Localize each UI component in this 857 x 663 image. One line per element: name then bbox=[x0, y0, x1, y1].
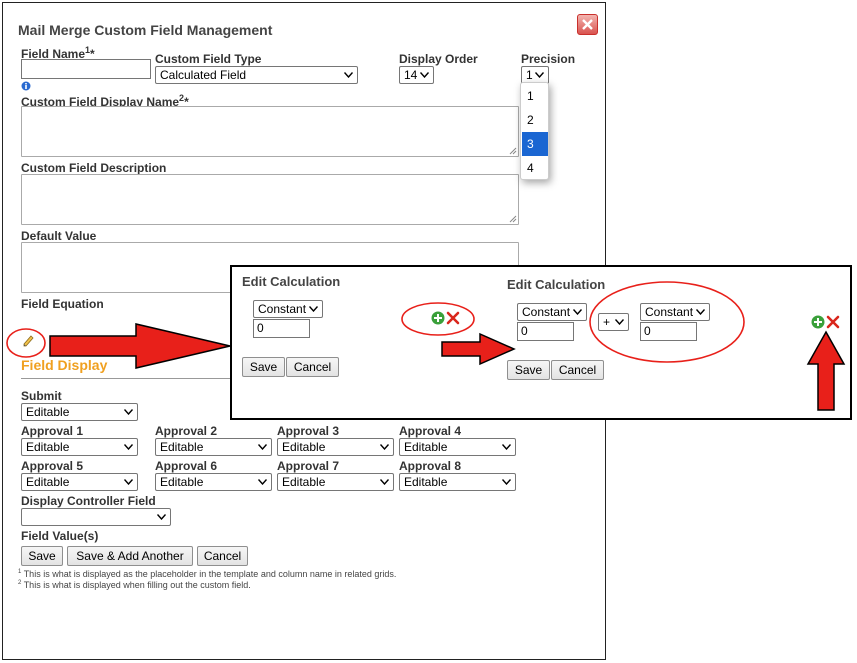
annotation-ellipse-new-term bbox=[589, 281, 745, 363]
calc-value-input-right-1[interactable]: 0 bbox=[517, 322, 574, 341]
custom-field-type-label: Custom Field Type bbox=[155, 52, 262, 66]
approval-1-select[interactable]: Editable bbox=[21, 438, 138, 456]
chevron-down-icon bbox=[502, 479, 511, 485]
approval-7-label: Approval 7 bbox=[277, 459, 340, 473]
calc-save-button-right[interactable]: Save bbox=[507, 360, 550, 380]
cancel-button[interactable]: Cancel bbox=[197, 546, 248, 566]
precision-option-3[interactable]: 3 bbox=[522, 132, 548, 156]
approval-8-label: Approval 8 bbox=[399, 459, 462, 473]
chevron-down-icon bbox=[258, 444, 267, 450]
chevron-down-icon bbox=[380, 444, 389, 450]
annotation-arrow-right-small bbox=[441, 332, 516, 366]
description-textarea[interactable] bbox=[21, 174, 519, 225]
field-name-input[interactable] bbox=[21, 59, 151, 79]
approval-5-select[interactable]: Editable bbox=[21, 473, 138, 491]
chevron-down-icon bbox=[157, 514, 166, 520]
footnote-2: 2 This is what is displayed when filling… bbox=[18, 580, 251, 590]
chevron-down-icon bbox=[309, 306, 318, 312]
approval-8-select[interactable]: Editable bbox=[399, 473, 516, 491]
approval-3-label: Approval 3 bbox=[277, 424, 340, 438]
approval-1-label: Approval 1 bbox=[21, 424, 84, 438]
approval-6-select[interactable]: Editable bbox=[155, 473, 272, 491]
chevron-down-icon bbox=[124, 479, 133, 485]
chevron-down-icon bbox=[502, 444, 511, 450]
precision-option-4[interactable]: 4 bbox=[522, 156, 548, 180]
dialog-title: Mail Merge Custom Field Management bbox=[18, 22, 273, 38]
annotation-ellipse-pencil bbox=[6, 328, 46, 358]
submit-select[interactable]: Editable bbox=[21, 403, 138, 421]
edit-calc-title-left: Edit Calculation bbox=[242, 274, 341, 289]
calc-type-select-left[interactable]: Constant bbox=[253, 300, 323, 318]
submit-label: Submit bbox=[21, 389, 62, 403]
precision-label: Precision bbox=[521, 52, 576, 66]
save-add-another-button[interactable]: Save & Add Another bbox=[67, 546, 193, 566]
calc-cancel-button-left[interactable]: Cancel bbox=[286, 357, 339, 377]
field-values-label: Field Value(s) bbox=[21, 529, 99, 543]
approval-4-label: Approval 4 bbox=[399, 424, 462, 438]
close-icon bbox=[582, 19, 593, 30]
calc-cancel-button-right[interactable]: Cancel bbox=[551, 360, 604, 380]
precision-dropdown-list: 1 2 3 4 bbox=[520, 82, 549, 180]
calc-save-button-left[interactable]: Save bbox=[242, 357, 285, 377]
approval-2-label: Approval 2 bbox=[155, 424, 218, 438]
display-controller-select[interactable] bbox=[21, 508, 171, 526]
chevron-down-icon bbox=[535, 72, 544, 78]
chevron-down-icon bbox=[258, 479, 267, 485]
resize-grip-icon[interactable] bbox=[509, 147, 517, 155]
annotation-arrow-right bbox=[49, 323, 231, 369]
precision-option-1[interactable]: 1 bbox=[522, 84, 548, 108]
chevron-down-icon bbox=[124, 409, 133, 415]
add-term-icon-right[interactable] bbox=[811, 315, 825, 329]
chevron-down-icon bbox=[380, 479, 389, 485]
display-order-label: Display Order bbox=[399, 52, 478, 66]
display-controller-label: Display Controller Field bbox=[21, 494, 156, 508]
custom-field-type-select[interactable]: Calculated Field bbox=[155, 66, 358, 84]
calc-value-input-left[interactable]: 0 bbox=[253, 319, 310, 338]
approval-7-select[interactable]: Editable bbox=[277, 473, 394, 491]
field-equation-label: Field Equation bbox=[21, 297, 104, 311]
footnote-1: 1 This is what is displayed as the place… bbox=[18, 569, 397, 579]
approval-6-label: Approval 6 bbox=[155, 459, 218, 473]
remove-term-icon-right[interactable] bbox=[826, 315, 840, 329]
annotation-arrow-up bbox=[806, 330, 846, 411]
chevron-down-icon bbox=[573, 309, 582, 315]
info-icon[interactable] bbox=[21, 80, 31, 94]
close-button[interactable] bbox=[577, 14, 598, 35]
chevron-down-icon bbox=[420, 72, 429, 78]
precision-option-2[interactable]: 2 bbox=[522, 108, 548, 132]
save-button[interactable]: Save bbox=[21, 546, 63, 566]
description-label: Custom Field Description bbox=[21, 161, 167, 175]
display-order-select[interactable]: 14 bbox=[399, 66, 434, 84]
approval-3-select[interactable]: Editable bbox=[277, 438, 394, 456]
display-name-textarea[interactable] bbox=[21, 106, 519, 157]
resize-grip-icon[interactable] bbox=[509, 215, 517, 223]
approval-2-select[interactable]: Editable bbox=[155, 438, 272, 456]
calc-type-select-right-1[interactable]: Constant bbox=[517, 303, 587, 321]
chevron-down-icon bbox=[124, 444, 133, 450]
approval-5-label: Approval 5 bbox=[21, 459, 84, 473]
chevron-down-icon bbox=[344, 72, 353, 78]
approval-4-select[interactable]: Editable bbox=[399, 438, 516, 456]
default-value-label: Default Value bbox=[21, 229, 97, 243]
